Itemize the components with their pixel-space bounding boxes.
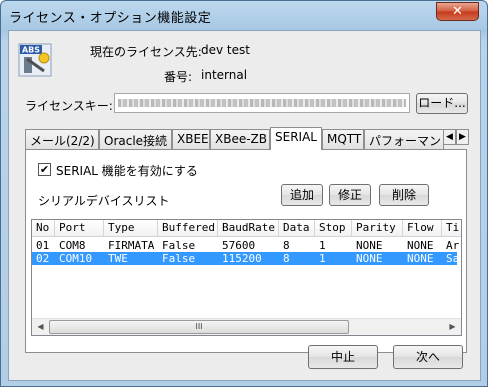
- owner-value: dev test: [201, 43, 250, 57]
- cell-buffered: False: [162, 239, 196, 252]
- cell-type: FIRMATA: [108, 239, 155, 252]
- cell-stop: 1: [319, 252, 326, 265]
- tab-mail[interactable]: メール(2/2): [25, 129, 99, 149]
- number-value: internal: [201, 68, 248, 82]
- cell-no: 01: [36, 239, 50, 252]
- license-key-label: ライセンスキー:: [25, 99, 113, 113]
- tab-scroll-left-icon[interactable]: ◀: [443, 129, 456, 145]
- delete-button[interactable]: 削除: [379, 184, 429, 206]
- serial-enable-checkbox[interactable]: ✔: [38, 163, 51, 176]
- tab-xbee[interactable]: XBEE: [172, 129, 210, 149]
- edit-button[interactable]: 修正: [329, 184, 371, 206]
- column-header-type[interactable]: Type: [104, 220, 158, 237]
- license-key-obscured: [118, 99, 406, 107]
- scroll-thumb[interactable]: III: [49, 320, 349, 334]
- cell-port: COM10: [59, 252, 93, 265]
- tab-serial[interactable]: SERIAL: [270, 127, 322, 150]
- column-header-flow[interactable]: Flow: [403, 220, 442, 237]
- cancel-button[interactable]: 中止: [308, 345, 378, 369]
- tab-performance[interactable]: パフォーマン: [364, 129, 444, 149]
- load-button[interactable]: ロード...: [416, 93, 468, 114]
- cell-flow: NONE: [407, 239, 434, 252]
- table-row[interactable]: 01 COM8 FIRMATA False 57600 8 1 NONE NON…: [32, 239, 460, 252]
- tab-mqtt[interactable]: MQTT: [322, 129, 364, 149]
- title-bar[interactable]: ライセンス・オプション機能設定 ✕: [1, 1, 487, 29]
- column-header-no[interactable]: No: [32, 220, 55, 237]
- dialog-content: ABS 現在のライセンス先: dev test 番号: internal ライセ…: [8, 30, 481, 381]
- add-button[interactable]: 追加: [281, 184, 323, 206]
- cell-stop: 1: [319, 239, 326, 252]
- horizontal-scrollbar[interactable]: ◀ III ▶: [32, 318, 461, 335]
- tab-scroll-right-icon[interactable]: ▶: [456, 129, 469, 145]
- table-row-selected[interactable]: 02 COM10 TWE False 115200 8 1 NONE NONE …: [32, 252, 460, 265]
- cell-flow: NONE: [407, 252, 434, 265]
- scroll-right-icon[interactable]: ▶: [444, 319, 461, 335]
- app-icon-text: ABS: [22, 46, 40, 55]
- tab-oracle[interactable]: Oracle接続: [99, 129, 172, 149]
- window-title: ライセンス・オプション機能設定: [9, 11, 212, 26]
- cell-parity: NONE: [356, 252, 383, 265]
- tab-xbee-zb[interactable]: XBee-ZB: [210, 129, 270, 149]
- app-icon: ABS: [18, 43, 52, 77]
- cell-buffered: False: [162, 252, 196, 265]
- column-header-buffered[interactable]: Buffered: [158, 220, 218, 237]
- column-header-data[interactable]: Data: [279, 220, 315, 237]
- cell-data: 8: [283, 239, 290, 252]
- column-header-stop[interactable]: Stop: [315, 220, 352, 237]
- number-label: 番号:: [164, 70, 193, 84]
- serial-enable-label[interactable]: SERIAL 機能を有効にする: [56, 162, 198, 179]
- cell-ti: Sa: [446, 252, 460, 265]
- dialog-window: ライセンス・オプション機能設定 ✕ ABS 現在のライセンス先: dev tes…: [0, 0, 488, 387]
- cell-data: 8: [283, 252, 290, 265]
- cell-port: COM8: [59, 239, 86, 252]
- cell-ti: Ard: [446, 239, 460, 252]
- serial-device-list[interactable]: No Port Type Buffered BaudRate Data Stop…: [31, 219, 462, 336]
- next-button[interactable]: 次へ: [393, 345, 463, 369]
- license-key-field[interactable]: [114, 93, 410, 113]
- cell-baudrate: 57600: [222, 239, 256, 252]
- tab-strip: メール(2/2) Oracle接続 XBEE XBee-ZB SERIAL MQ…: [25, 127, 469, 150]
- column-header-baudrate[interactable]: BaudRate: [218, 220, 279, 237]
- cell-no: 02: [36, 252, 50, 265]
- column-header-parity[interactable]: Parity: [352, 220, 403, 237]
- cell-baudrate: 115200: [222, 252, 262, 265]
- owner-label: 現在のライセンス先:: [90, 45, 202, 59]
- cell-type: TWE: [108, 252, 128, 265]
- scroll-left-icon[interactable]: ◀: [32, 319, 49, 335]
- device-list-title: シリアルデバイスリスト: [38, 194, 170, 208]
- close-button[interactable]: ✕: [436, 2, 479, 21]
- list-header: No Port Type Buffered BaudRate Data Stop…: [32, 220, 461, 237]
- serial-tab-panel: ✔ SERIAL 機能を有効にする シリアルデバイスリスト 追加 修正 削除 N…: [25, 149, 467, 353]
- column-header-ti[interactable]: Ti: [442, 220, 461, 237]
- column-header-port[interactable]: Port: [55, 220, 104, 237]
- cell-parity: NONE: [356, 239, 383, 252]
